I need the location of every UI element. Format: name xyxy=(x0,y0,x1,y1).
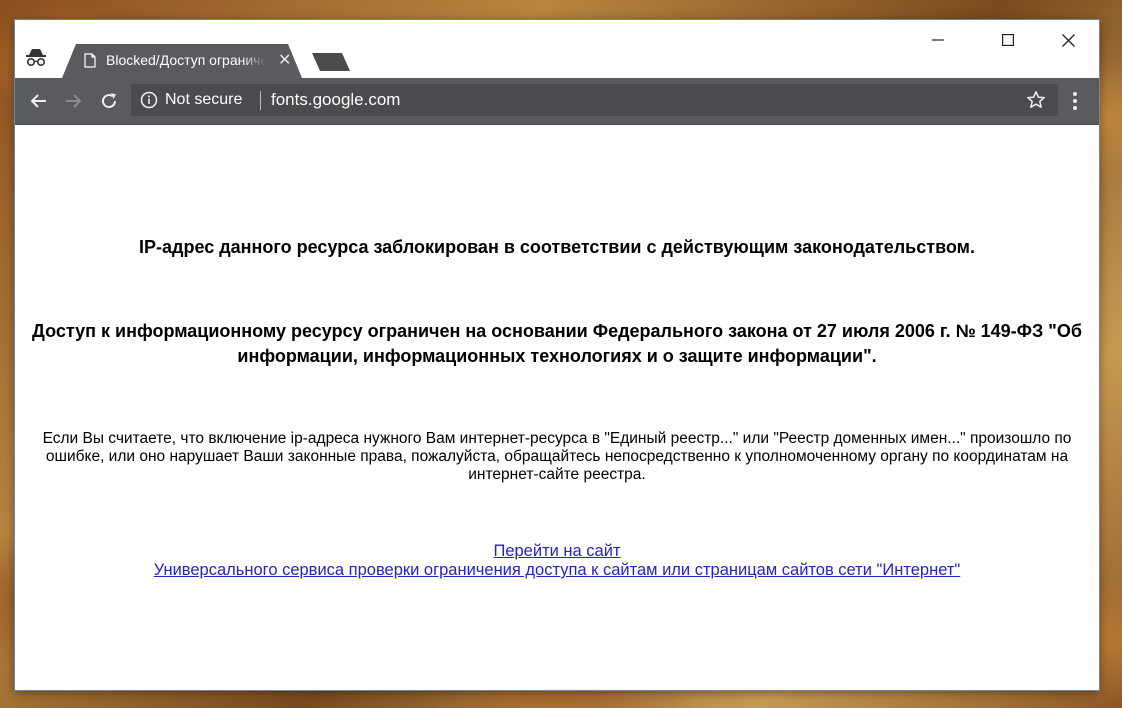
forward-button[interactable] xyxy=(61,89,85,113)
page-icon xyxy=(84,53,96,68)
browser-window: Blocked/Доступ ограничен ✕ Not secure fo… xyxy=(15,20,1099,690)
page-subheading: Доступ к информационному ресурсу огранич… xyxy=(32,321,1082,366)
reload-button[interactable] xyxy=(97,89,121,113)
tab-title: Blocked/Доступ ограничен xyxy=(106,52,266,68)
new-tab-button[interactable] xyxy=(312,53,350,71)
reload-icon xyxy=(102,93,117,109)
title-bar: Blocked/Доступ ограничен ✕ xyxy=(15,20,1099,78)
url-text[interactable]: fonts.google.com xyxy=(271,90,400,110)
tab-blocked[interactable]: Blocked/Доступ ограничен ✕ xyxy=(62,44,302,78)
tab-close-icon[interactable]: ✕ xyxy=(278,50,291,70)
star-icon[interactable] xyxy=(1026,90,1046,110)
info-icon[interactable] xyxy=(140,91,158,109)
back-button[interactable] xyxy=(27,89,51,113)
back-arrow-icon xyxy=(30,94,46,108)
toolbar: Not secure fonts.google.com xyxy=(15,78,1099,125)
page-heading: IP-адрес данного ресурса заблокирован в … xyxy=(139,237,975,257)
check-service-link[interactable]: Универсального сервиса проверки ограниче… xyxy=(154,561,961,579)
incognito-icon xyxy=(26,49,46,67)
minimize-button[interactable] xyxy=(915,26,961,54)
maximize-button[interactable] xyxy=(985,26,1031,54)
close-icon xyxy=(1061,33,1075,47)
security-label[interactable]: Not secure xyxy=(165,91,242,109)
page-content: IP-адрес данного ресурса заблокирован в … xyxy=(15,125,1099,690)
links-block: Перейти на сайт Универсального сервиса п… xyxy=(15,542,1099,580)
menu-icon[interactable] xyxy=(1065,90,1085,112)
go-to-site-link[interactable]: Перейти на сайт xyxy=(493,542,620,560)
omnibox-divider xyxy=(260,91,261,110)
close-button[interactable] xyxy=(1045,26,1091,54)
info-paragraph: Если Вы считаете, что включение ip-адрес… xyxy=(42,430,1072,483)
forward-arrow-icon xyxy=(66,94,82,108)
minimize-icon xyxy=(932,39,944,41)
omnibox[interactable]: Not secure fonts.google.com xyxy=(131,84,1058,116)
maximize-icon xyxy=(1002,34,1014,46)
